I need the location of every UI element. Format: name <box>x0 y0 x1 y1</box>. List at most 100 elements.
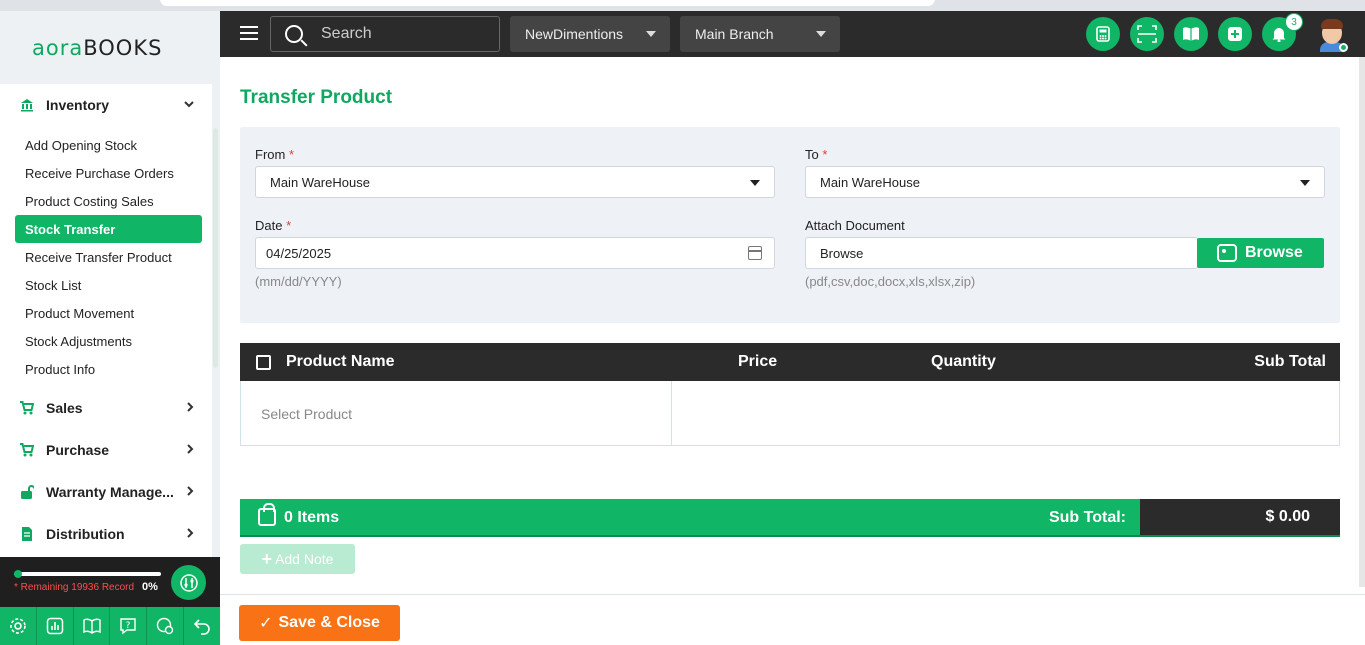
gear-icon <box>10 618 26 634</box>
add-note-button[interactable]: + Add Note <box>240 544 355 574</box>
bell-icon <box>1272 28 1286 42</box>
shopping-bag-icon <box>258 503 276 526</box>
sidebar-scrollbar[interactable] <box>213 128 218 368</box>
sidebar-item-product-costing-sales[interactable]: Product Costing Sales <box>0 187 202 215</box>
add-new-button[interactable] <box>1218 17 1252 51</box>
sidebar-item-receive-purchase-orders[interactable]: Receive Purchase Orders <box>0 159 202 187</box>
topbar: Search NewDimentions Main Branch 3 <box>220 11 1365 57</box>
date-format-hint: (mm/dd/YYYY) <box>255 274 342 289</box>
calendar-icon[interactable] <box>748 246 762 260</box>
table-row: Select Product <box>240 381 1340 446</box>
attach-format-hint: (pdf,csv,doc,docx,xls,xlsx,zip) <box>805 274 976 289</box>
required-mark: * <box>286 218 292 233</box>
from-warehouse-select[interactable]: Main WareHouse <box>255 166 775 198</box>
cell-divider <box>671 381 672 445</box>
main-content: Transfer Product From * Main WareHouse T… <box>220 57 1365 645</box>
avatar[interactable] <box>1317 16 1349 52</box>
menu-toggle-icon[interactable] <box>240 26 258 40</box>
from-label-text: From <box>255 147 286 162</box>
logo-text-2: BOOKS <box>83 35 163 60</box>
subtotal-value: $ 0.00 <box>1265 508 1310 525</box>
guide-button[interactable] <box>74 607 111 645</box>
column-quantity: Quantity <box>931 353 996 370</box>
calculator-icon <box>1096 26 1110 42</box>
to-warehouse-select[interactable]: Main WareHouse <box>805 166 1325 198</box>
book-button[interactable] <box>1174 17 1208 51</box>
undo-icon <box>193 619 210 635</box>
date-label: Date * <box>255 218 291 233</box>
to-label: To * <box>805 147 827 162</box>
required-mark: * <box>822 147 828 162</box>
sidebar-item-product-movement[interactable]: Product Movement <box>0 299 202 327</box>
company-dropdown[interactable]: NewDimentions <box>510 16 670 52</box>
items-count: 0 Items <box>284 509 340 526</box>
company-label: NewDimentions <box>525 26 624 42</box>
branch-dropdown[interactable]: Main Branch <box>680 16 840 52</box>
select-all-checkbox[interactable] <box>256 355 271 370</box>
to-warehouse-value: Main WareHouse <box>820 174 920 190</box>
nav: Inventory Add Opening Stock Receive Purc… <box>0 84 220 557</box>
caret-down-icon <box>816 31 826 37</box>
sidebar-footer: ? <box>0 607 220 645</box>
chevron-right-icon <box>186 401 194 415</box>
from-label: From * <box>255 147 294 162</box>
document-icon <box>20 527 34 541</box>
scan-button[interactable] <box>1130 17 1164 51</box>
settings-sliders-button[interactable] <box>171 565 206 600</box>
browse-button-label: Browse <box>1245 244 1303 261</box>
sidebar-item-receive-transfer-product[interactable]: Receive Transfer Product <box>0 243 202 271</box>
nav-panel: Inventory Add Opening Stock Receive Purc… <box>0 84 212 557</box>
sidebar-item-stock-adjustments[interactable]: Stock Adjustments <box>0 327 202 355</box>
date-value: 04/25/2025 <box>266 245 332 261</box>
column-price: Price <box>738 353 778 370</box>
date-input[interactable]: 04/25/2025 <box>255 237 775 269</box>
sidebar-item-add-opening-stock[interactable]: Add Opening Stock <box>0 131 202 159</box>
bar-chart-icon <box>46 617 63 635</box>
browser-address-bar[interactable] <box>160 0 935 6</box>
gear-button[interactable] <box>0 607 37 645</box>
nav-group-label: Distribution <box>46 526 125 542</box>
calculator-button[interactable] <box>1086 17 1120 51</box>
to-label-text: To <box>805 147 819 162</box>
browse-button[interactable]: Browse <box>1197 238 1324 268</box>
attach-document-input[interactable]: Browse <box>805 237 1198 269</box>
nav-group-inventory[interactable]: Inventory <box>0 84 212 126</box>
column-sub-total: Sub Total <box>1254 353 1326 370</box>
sidebar-item-product-info[interactable]: Product Info <box>0 355 202 383</box>
plus-icon: + <box>261 548 273 569</box>
notifications-button[interactable]: 3 <box>1262 13 1303 51</box>
save-close-label: Save & Close <box>278 614 380 631</box>
nav-group-warranty[interactable]: Warranty Manage... <box>0 471 212 513</box>
product-table: Product Name Price Quantity Sub Total Se… <box>240 343 1340 446</box>
nav-group-distribution[interactable]: Distribution <box>0 513 212 555</box>
sidebar-item-stock-transfer[interactable]: Stock Transfer <box>15 215 202 243</box>
nav-group-label: Sales <box>46 400 83 416</box>
nav-group-label: Warranty Manage... <box>46 484 174 500</box>
footer-divider <box>220 594 1365 595</box>
logo[interactable]: aora BOOKS <box>0 11 220 84</box>
from-warehouse-value: Main WareHouse <box>270 174 370 190</box>
caret-down-icon <box>646 31 656 37</box>
sidebar-item-stock-list[interactable]: Stock List <box>0 271 202 299</box>
nav-group-purchase[interactable]: Purchase <box>0 429 212 471</box>
subtotal-value-box: $ 0.00 <box>1140 499 1340 535</box>
select-product-input[interactable]: Select Product <box>261 406 352 422</box>
usage-progress-indicator <box>14 570 22 578</box>
nav-group-sales[interactable]: Sales <box>0 387 212 429</box>
search-input[interactable]: Search <box>270 16 500 52</box>
notification-badge: 3 <box>1285 13 1303 31</box>
chat-button[interactable] <box>147 607 185 645</box>
reports-button[interactable] <box>37 607 74 645</box>
back-button[interactable] <box>184 607 220 645</box>
scan-icon <box>1137 25 1157 43</box>
sidebar: aora BOOKS Inventory Add Opening Stock Re… <box>0 11 220 645</box>
chat-icon <box>157 617 174 635</box>
date-label-text: Date <box>255 218 283 233</box>
logo-text-1: aora <box>32 35 84 60</box>
main-scrollbar[interactable] <box>1359 57 1365 587</box>
save-close-button[interactable]: ✓ Save & Close <box>239 605 400 641</box>
cart-icon <box>20 401 34 415</box>
required-mark: * <box>288 147 295 162</box>
help-button[interactable]: ? <box>110 607 148 645</box>
svg-text:?: ? <box>126 621 131 631</box>
